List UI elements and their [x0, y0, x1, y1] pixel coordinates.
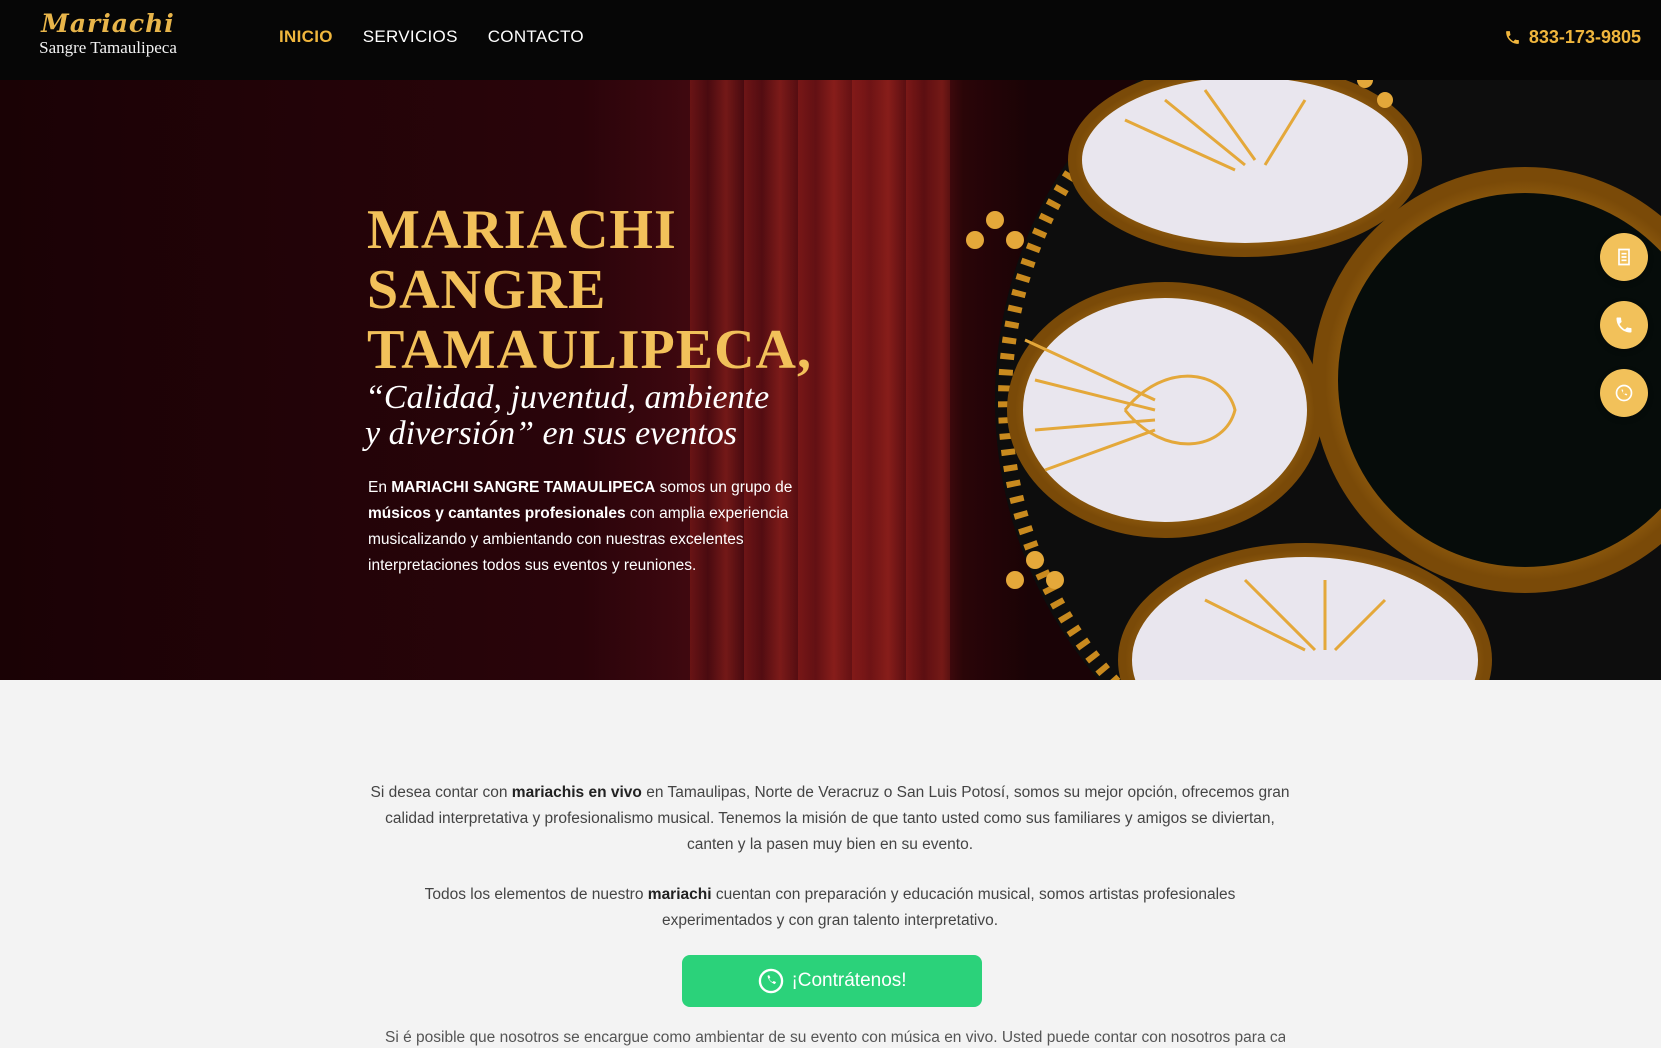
hero-text-bold: músicos y cantantes profesionales [368, 505, 626, 522]
hero-title-line-2: SANGRE [367, 259, 607, 321]
whatsapp-icon [1615, 384, 1633, 402]
intro-paragraph-2: Todos los elementos de nuestro mariachi … [370, 882, 1290, 934]
main-menu: INICIO SERVICIOS CONTACTO [279, 27, 584, 47]
text-part: Si desea contar con [370, 784, 512, 801]
hero-quote-line-2: y diversión” en sus eventos [365, 415, 738, 452]
hero-quote: “Calidad, juventud, ambiente y diversión… [365, 380, 825, 452]
text-bold: mariachi [647, 886, 712, 903]
contratenos-whatsapp-button[interactable]: ¡Contrátenos! [682, 955, 982, 1007]
phone-call-icon [1616, 317, 1632, 333]
text-part: Todos los elementos de nuestro [424, 886, 648, 903]
intro-paragraph-1: Si desea contar con mariachis en vivo en… [370, 780, 1290, 858]
intro-content: Si desea contar con mariachis en vivo en… [370, 780, 1290, 958]
top-navbar: Mariachi Sangre Tamaulipeca INICIO SERVI… [0, 0, 1661, 80]
hero-text-bold: MARIACHI SANGRE TAMAULIPECA [391, 479, 656, 496]
torn-paper-divider [0, 640, 1661, 680]
float-whatsapp-button[interactable] [1600, 369, 1648, 417]
hero-title-line-1: MARIACHI [367, 199, 677, 261]
document-icon [1618, 248, 1630, 266]
phone-icon [1506, 31, 1519, 44]
hero-title-line-3: TAMAULIPECA, [367, 319, 812, 381]
nav-link-servicios[interactable]: SERVICIOS [363, 27, 458, 47]
phone-number: 833-173-9805 [1528, 27, 1641, 47]
float-quote-button[interactable] [1600, 233, 1648, 281]
hero-title: MARIACHI SANGRE TAMAULIPECA, [367, 200, 847, 380]
brand-logo[interactable]: Mariachi Sangre Tamaulipeca [28, 10, 188, 58]
whatsapp-icon [759, 968, 784, 994]
logo-sub-text: Sangre Tamaulipeca [39, 38, 177, 57]
hero-text-part: somos un grupo de [655, 479, 793, 496]
cta-label: ¡Contrátenos! [791, 970, 907, 991]
logo-script-text: Mariachi [41, 9, 175, 38]
text-part: cuentan con preparación y educación musi… [661, 886, 1236, 929]
hero-description: En MARIACHI SANGRE TAMAULIPECA somos un … [368, 475, 808, 579]
hero-text-part: En [368, 479, 392, 496]
float-call-button[interactable] [1600, 301, 1648, 349]
phone-link[interactable]: 833-173-9805 [1504, 27, 1641, 48]
text-bold: mariachis en vivo [511, 784, 642, 801]
nav-link-contacto[interactable]: CONTACTO [488, 27, 584, 47]
sombrero-image [966, 80, 1661, 680]
cut-off-paragraph: Si é posible que nosotros se encargue co… [385, 1029, 1285, 1046]
hero-section: MARIACHI SANGRE TAMAULIPECA, “Calidad, j… [0, 80, 1661, 680]
hero-quote-line-1: “Calidad, juventud, ambiente [365, 379, 770, 416]
nav-link-inicio[interactable]: INICIO [279, 27, 333, 47]
